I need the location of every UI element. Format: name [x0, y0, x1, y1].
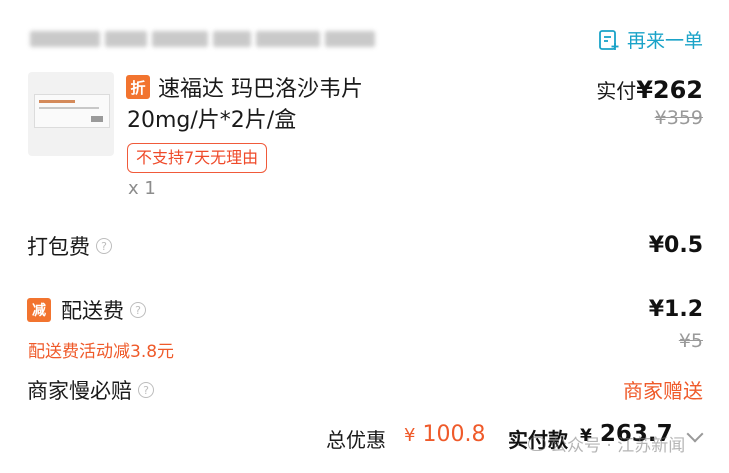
return-policy-tag: 不支持7天无理由 [127, 143, 268, 173]
help-icon[interactable]: ? [130, 302, 146, 318]
delivery-fee-amount: ¥1.2 [648, 297, 703, 322]
delivery-fee-label: 配送费 [61, 299, 124, 323]
product-name[interactable]: 速福达 玛巴洛沙韦片 [158, 71, 363, 103]
merchant-guarantee-row: 商家慢必赔 ? [27, 375, 154, 405]
reorder-button[interactable]: 再来一单 [597, 26, 703, 53]
discount-badge: 折 [126, 75, 150, 99]
discount-value: 100.8 [422, 422, 486, 447]
paid-label: 实付 [596, 79, 637, 103]
delivery-promo-text: 配送费活动减3.8元 [28, 342, 175, 362]
medicine-box-image [34, 94, 110, 128]
delivery-discount-badge: 减 [27, 298, 51, 322]
discount-currency: ¥ [404, 425, 416, 446]
wechat-icon [528, 436, 546, 451]
packaging-fee-row: 打包费 ? [27, 231, 112, 261]
store-name-blurred [30, 28, 390, 50]
merchant-gift-value: 商家赠送 [623, 379, 703, 403]
total-discount-label: 总优惠 [326, 428, 386, 452]
original-price: ¥359 [654, 107, 703, 129]
order-card: 再来一单 折 速福达 玛巴洛沙韦片 20mg/片*2片/盒 不支持7天无理由 x… [0, 0, 729, 473]
packaging-fee-amount: ¥0.5 [648, 233, 703, 258]
watermark: 公众号 · 江苏新闻 [528, 431, 685, 456]
paid-amount: ¥262 [636, 76, 703, 104]
product-quantity: x 1 [128, 178, 156, 199]
total-discount-amount: ¥ 100.8 [404, 422, 485, 447]
delivery-fee-row: 减 配送费 ? [27, 295, 146, 325]
product-paid-price: 实付¥262 [596, 75, 703, 104]
merchant-guarantee-label: 商家慢必赔 [27, 379, 132, 403]
reorder-icon [599, 29, 619, 50]
product-spec: 20mg/片*2片/盒 [127, 108, 297, 133]
help-icon[interactable]: ? [96, 238, 112, 254]
product-thumbnail[interactable] [28, 72, 114, 156]
chevron-down-icon[interactable] [686, 425, 704, 443]
help-icon[interactable]: ? [138, 382, 154, 398]
reorder-label: 再来一单 [626, 30, 703, 52]
packaging-fee-label: 打包费 [27, 235, 90, 259]
delivery-original-fee: ¥5 [678, 330, 703, 352]
watermark-text: 公众号 · 江苏新闻 [550, 436, 686, 456]
